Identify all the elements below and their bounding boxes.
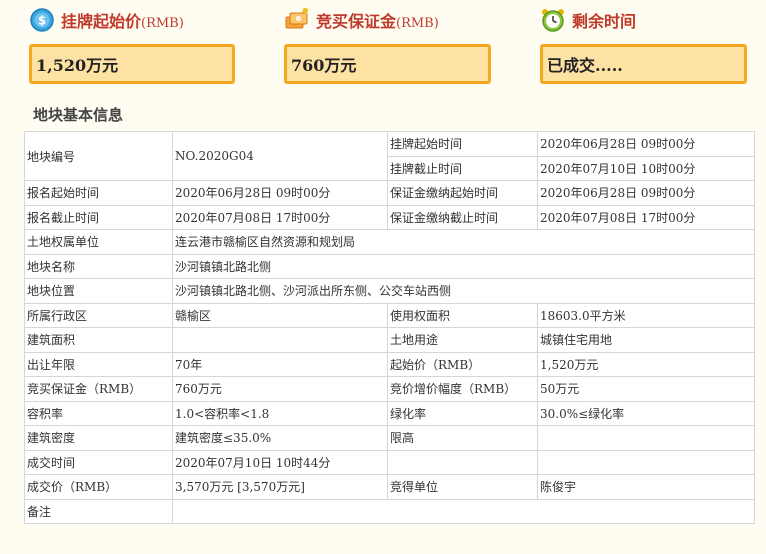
start-price-stat: $ 挂牌起始价(RMB) 1,520万元 (29, 0, 259, 90)
district-value: 赣榆区 (172, 302, 388, 328)
empty-label (387, 449, 538, 475)
parcel-location-value: 沙河镇镇北路北侧、沙河派出所东侧、公交车站西侧 (172, 278, 755, 304)
building-density-value: 建筑密度≤35.0% (172, 425, 388, 451)
listing-start-value: 2020年06月28日 09时00分 (537, 131, 755, 157)
remarks-value (172, 498, 755, 524)
table-row: 地块位置 沙河镇镇北路北侧、沙河派出所东侧、公交车站西侧 (24, 278, 755, 304)
deposit-start-value: 2020年06月28日 09时00分 (537, 180, 755, 206)
remarks-label: 备注 (24, 498, 173, 524)
winner-label: 竞得单位 (387, 474, 538, 500)
table-row: 土地权属单位 连云港市赣榆区自然资源和规划局 (24, 229, 755, 255)
parcel-location-label: 地块位置 (24, 278, 173, 304)
bid-increment-label: 竞价增价幅度（RMB） (387, 376, 538, 402)
table-row: 报名起始时间 2020年06月28日 09时00分 保证金缴纳起始时间 2020… (24, 180, 755, 206)
section-title: 地块基本信息 (33, 106, 124, 124)
land-owner-value: 连云港市赣榆区自然资源和规划局 (172, 229, 755, 255)
registration-end-value: 2020年07月08日 17时00分 (172, 204, 388, 230)
table-row: 建筑密度 建筑密度≤35.0% 限高 (24, 425, 755, 451)
deposit-value: 760万元 (284, 44, 491, 84)
listing-end-value: 2020年07月10日 10时00分 (537, 155, 755, 181)
svg-text:$: $ (38, 14, 46, 28)
land-use-label: 土地用途 (387, 327, 538, 353)
parcel-name-value: 沙河镇镇北路北侧 (172, 253, 755, 279)
building-density-label: 建筑密度 (24, 425, 173, 451)
start-price-value: 1,520万元 (29, 44, 235, 84)
table-row: 容积率 1.0<容积率<1.8 绿化率 30.0%≤绿化率 (24, 400, 755, 426)
bid-deposit-label: 竞买保证金（RMB） (24, 376, 173, 402)
deal-time-label: 成交时间 (24, 449, 173, 475)
table-row: 所属行政区 赣榆区 使用权面积 18603.0平方米 (24, 302, 755, 328)
table-row: 竞买保证金（RMB） 760万元 竞价增价幅度（RMB） 50万元 (24, 376, 755, 402)
money-stack-icon (284, 7, 310, 33)
winner-value: 陈俊宇 (537, 474, 755, 500)
deposit-label: 竞买保证金(RMB) (316, 12, 439, 31)
bid-increment-value: 50万元 (537, 376, 755, 402)
table-row: 建筑面积 土地用途 城镇住宅用地 (24, 327, 755, 353)
table-row: 地块编号 NO.2020G04 挂牌起始时间 2020年06月28日 09时00… (24, 131, 755, 181)
deal-price-value: 3,570万元 [3,570万元] (172, 474, 388, 500)
remaining-time-stat: 剩余时间 已成交..... (540, 0, 766, 90)
lease-term-value: 70年 (172, 351, 388, 377)
district-label: 所属行政区 (24, 302, 173, 328)
deposit-end-value: 2020年07月08日 17时00分 (537, 204, 755, 230)
registration-start-value: 2020年06月28日 09时00分 (172, 180, 388, 206)
lease-term-label: 出让年限 (24, 351, 173, 377)
table-row: 备注 (24, 498, 755, 524)
listing-start-label: 挂牌起始时间 (387, 131, 538, 157)
green-ratio-value: 30.0%≤绿化率 (537, 400, 755, 426)
building-area-value (172, 327, 388, 353)
remaining-time-label: 剩余时间 (572, 12, 637, 31)
height-limit-value (537, 425, 755, 451)
table-row: 地块名称 沙河镇镇北路北侧 (24, 253, 755, 279)
building-area-label: 建筑面积 (24, 327, 173, 353)
registration-end-label: 报名截止时间 (24, 204, 173, 230)
table-row: 成交时间 2020年07月10日 10时44分 (24, 449, 755, 475)
remaining-time-value: 已成交..... (540, 44, 747, 84)
summary-stats: $ 挂牌起始价(RMB) 1,520万元 竞买保证金(RMB) 760万元 剩余… (0, 0, 766, 90)
table-row: 出让年限 70年 起始价（RMB） 1,520万元 (24, 351, 755, 377)
deal-price-label: 成交价（RMB） (24, 474, 173, 500)
start-price-row-label: 起始价（RMB） (387, 351, 538, 377)
land-area-value: 18603.0平方米 (537, 302, 755, 328)
parcel-number-value: NO.2020G04 (172, 131, 388, 181)
alarm-clock-icon (540, 7, 566, 33)
start-price-row-value: 1,520万元 (537, 351, 755, 377)
land-use-value: 城镇住宅用地 (537, 327, 755, 353)
land-owner-label: 土地权属单位 (24, 229, 173, 255)
table-row: 报名截止时间 2020年07月08日 17时00分 保证金缴纳截止时间 2020… (24, 204, 755, 230)
deposit-start-label: 保证金缴纳起始时间 (387, 180, 538, 206)
dollar-coin-icon: $ (29, 7, 55, 33)
height-limit-label: 限高 (387, 425, 538, 451)
plot-ratio-label: 容积率 (24, 400, 173, 426)
deposit-stat: 竞买保证金(RMB) 760万元 (284, 0, 514, 90)
parcel-info-table: 地块编号 NO.2020G04 挂牌起始时间 2020年06月28日 09时00… (24, 131, 755, 524)
parcel-number-label: 地块编号 (24, 131, 173, 181)
deposit-end-label: 保证金缴纳截止时间 (387, 204, 538, 230)
bid-deposit-value: 760万元 (172, 376, 388, 402)
start-price-label: 挂牌起始价(RMB) (61, 12, 184, 31)
green-ratio-label: 绿化率 (387, 400, 538, 426)
parcel-name-label: 地块名称 (24, 253, 173, 279)
deal-time-value: 2020年07月10日 10时44分 (172, 449, 388, 475)
listing-end-label: 挂牌截止时间 (387, 155, 538, 181)
table-row: 成交价（RMB） 3,570万元 [3,570万元] 竞得单位 陈俊宇 (24, 474, 755, 500)
plot-ratio-value: 1.0<容积率<1.8 (172, 400, 388, 426)
land-area-label: 使用权面积 (387, 302, 538, 328)
registration-start-label: 报名起始时间 (24, 180, 173, 206)
empty-value (537, 449, 755, 475)
